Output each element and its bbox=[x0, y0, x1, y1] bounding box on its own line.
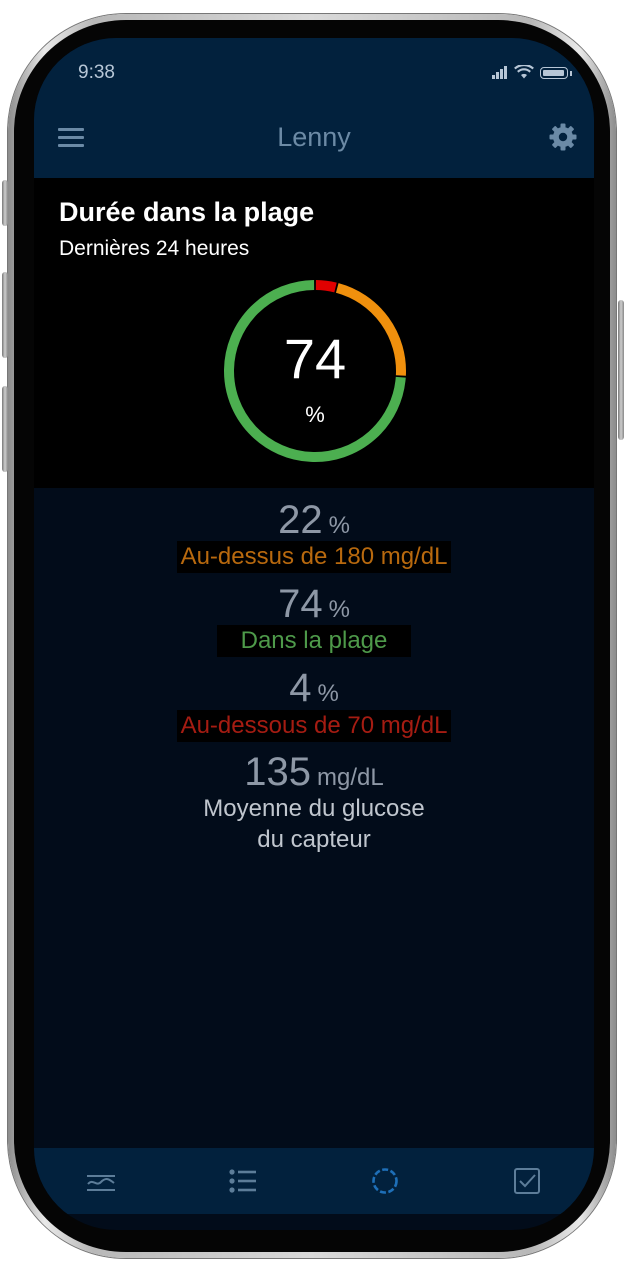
stat-in-range: 74% bbox=[34, 582, 594, 627]
time-in-range-card[interactable]: Durée dans la plage Dernières 24 heures … bbox=[34, 178, 594, 488]
stat-above-label: Au-dessus de 180 mg/dL bbox=[176, 541, 452, 573]
list-icon[interactable] bbox=[226, 1166, 260, 1196]
ring-segment-below bbox=[315, 280, 337, 293]
app-title: Lenny bbox=[277, 122, 351, 152]
stat-below-value: 4 bbox=[289, 666, 312, 710]
stat-above: 22% bbox=[34, 498, 594, 543]
signal-icon bbox=[492, 66, 508, 79]
sensor-ring-icon[interactable] bbox=[368, 1166, 402, 1196]
stat-below: 4% bbox=[34, 666, 594, 711]
stat-in-range-label-wrap: Dans la plage bbox=[34, 625, 594, 657]
stat-in-range-value: 74 bbox=[278, 582, 323, 626]
stat-average-unit: mg/dL bbox=[317, 764, 384, 791]
card-title: Durée dans la plage bbox=[59, 197, 315, 227]
volume-up-button bbox=[2, 272, 8, 358]
screen: 9:38 Lenny Durée dans la plage Dernières… bbox=[34, 38, 594, 1230]
gear-icon[interactable] bbox=[548, 122, 578, 152]
mute-switch bbox=[2, 180, 8, 226]
stat-average: 135 mg/dL bbox=[34, 750, 594, 795]
status-time: 9:38 bbox=[78, 62, 115, 83]
stat-below-unit: % bbox=[317, 680, 339, 707]
stat-average-label: Moyenne du glucose du capteur bbox=[34, 793, 594, 855]
stat-average-value: 135 bbox=[244, 750, 312, 794]
top-bar: 9:38 Lenny bbox=[34, 38, 594, 178]
stat-above-label-wrap: Au-dessus de 180 mg/dL bbox=[34, 541, 594, 573]
stat-average-label-line2: du capteur bbox=[257, 826, 371, 853]
battery-icon bbox=[540, 67, 568, 79]
status-icons bbox=[492, 65, 572, 79]
stat-in-range-label: Dans la plage bbox=[216, 625, 412, 657]
trend-graph-icon[interactable] bbox=[84, 1166, 118, 1196]
ring-unit: % bbox=[305, 402, 325, 427]
stat-below-label-wrap: Au-dessous de 70 mg/dL bbox=[34, 710, 594, 742]
stat-above-unit: % bbox=[328, 512, 350, 539]
card-subtitle: Dernières 24 heures bbox=[59, 237, 250, 260]
volume-down-button bbox=[2, 386, 8, 472]
wifi-icon bbox=[514, 65, 534, 79]
stat-below-label: Au-dessous de 70 mg/dL bbox=[176, 710, 452, 742]
stat-above-value: 22 bbox=[278, 498, 323, 542]
power-button bbox=[618, 300, 624, 440]
checkbox-icon[interactable] bbox=[510, 1166, 544, 1196]
battery-cap bbox=[570, 71, 572, 76]
ring-value: 74 bbox=[283, 327, 347, 390]
stat-average-label-line1: Moyenne du glucose bbox=[203, 795, 425, 822]
stat-in-range-unit: % bbox=[328, 596, 350, 623]
tab-bar bbox=[34, 1148, 594, 1214]
